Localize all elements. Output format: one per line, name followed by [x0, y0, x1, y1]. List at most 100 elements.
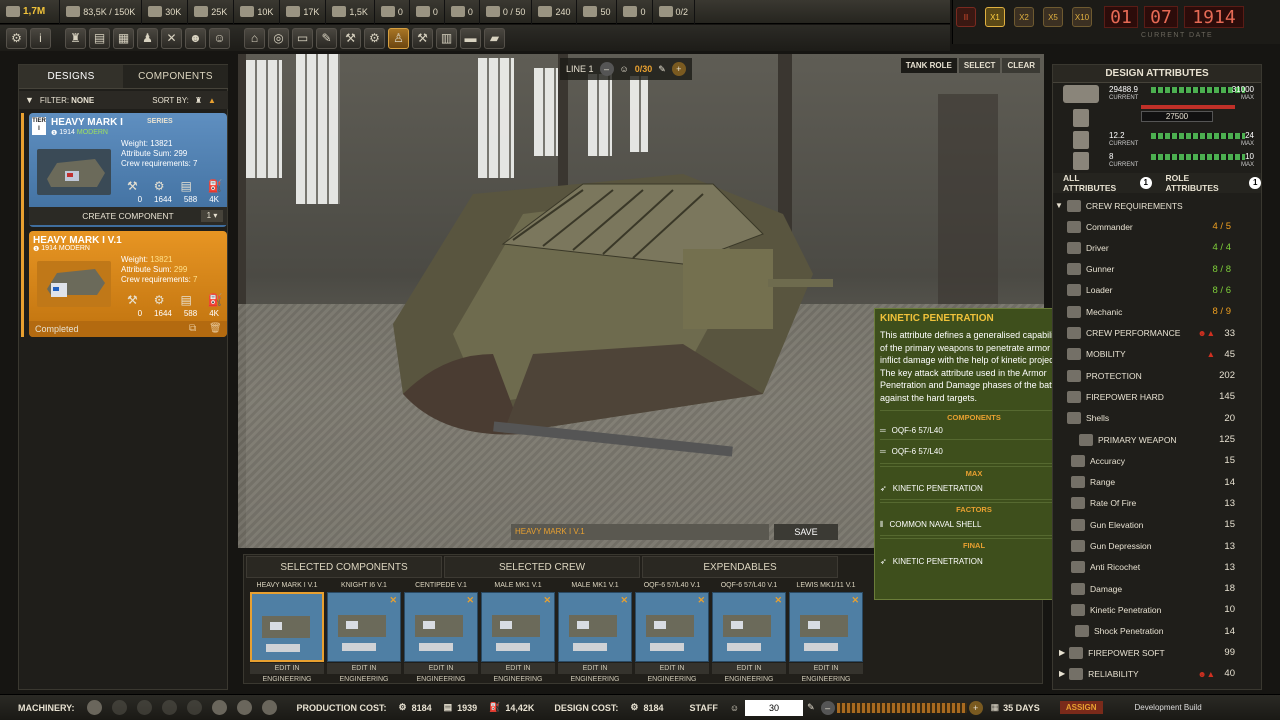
- attribute-row[interactable]: ▶ FIREPOWER SOFT 99: [1053, 642, 1261, 663]
- design-card[interactable]: TIER I HEAVY MARK I SERIES ❶ 1914 MODERN We…: [29, 113, 227, 227]
- staff-input[interactable]: 30: [745, 699, 804, 716]
- all-attributes-tab[interactable]: ALL ATTRIBUTES: [1063, 173, 1132, 193]
- attribute-row[interactable]: MOBILITY ▲ 45: [1053, 344, 1261, 365]
- attribute-row[interactable]: Gun Depression 13: [1053, 536, 1261, 557]
- select-button[interactable]: SELECT: [958, 58, 1001, 73]
- attribute-row[interactable]: CREW PERFORMANCE ☻▲ 33: [1053, 323, 1261, 344]
- machinery-icon[interactable]: [111, 700, 127, 715]
- role-attributes-tab[interactable]: ROLE ATTRIBUTES: [1166, 173, 1242, 193]
- component-image[interactable]: ✕: [404, 592, 478, 662]
- edit-in-engineering-button[interactable]: EDIT IN ENGINEERING: [481, 663, 555, 683]
- component-slot[interactable]: OQF-6 57/L40 V.1 ✕ EDIT IN ENGINEERING: [712, 580, 786, 683]
- component-image[interactable]: ✕: [327, 592, 401, 662]
- component-image[interactable]: ✕: [635, 592, 709, 662]
- attribute-row[interactable]: Shock Penetration 14: [1053, 621, 1261, 642]
- create-component-button[interactable]: CREATE COMPONENT: [29, 207, 227, 225]
- chevron-right-icon[interactable]: ▶: [1059, 648, 1065, 657]
- save-button[interactable]: SAVE: [774, 524, 838, 540]
- trophy-icon[interactable]: ♜: [65, 27, 86, 49]
- tank-model[interactable]: [383, 154, 943, 494]
- attribute-row[interactable]: Kinetic Penetration 10: [1053, 599, 1261, 620]
- edit-in-engineering-button[interactable]: EDIT IN ENGINEERING: [327, 663, 401, 683]
- info-icon[interactable]: i: [30, 27, 51, 49]
- remove-icon[interactable]: ✕: [466, 595, 474, 606]
- machinery-icon[interactable]: [161, 700, 177, 715]
- remove-icon[interactable]: ✕: [774, 595, 782, 606]
- machinery-icon[interactable]: [186, 700, 202, 715]
- clear-button[interactable]: CLEAR: [1002, 58, 1040, 73]
- newspaper-icon[interactable]: ▤: [89, 27, 110, 49]
- engineer-icon[interactable]: ☺: [209, 27, 230, 49]
- edit-in-engineering-button[interactable]: EDIT IN ENGINEERING: [635, 663, 709, 683]
- factory-icon[interactable]: ⌂: [244, 27, 265, 49]
- line-selector[interactable]: LINE 1 – ☺ 0/30 ✎ +: [560, 58, 692, 80]
- attribute-row[interactable]: ▶ RELIABILITY ☻▲ 40: [1053, 663, 1261, 684]
- crossed-swords-icon[interactable]: ✕: [161, 27, 182, 49]
- edit-in-engineering-button[interactable]: EDIT IN ENGINEERING: [558, 663, 632, 683]
- component-slot[interactable]: OQF-6 57/L40 V.1 ✕ EDIT IN ENGINEERING: [635, 580, 709, 683]
- tab-designs[interactable]: DESIGNS: [19, 65, 123, 89]
- component-image[interactable]: ✕: [712, 592, 786, 662]
- chevron-down-icon[interactable]: ▼: [1055, 201, 1063, 210]
- line-add-icon[interactable]: +: [671, 62, 686, 76]
- machinery-icon[interactable]: [236, 700, 252, 715]
- edit-icon[interactable]: ✎: [658, 64, 666, 75]
- remove-icon[interactable]: ✕: [389, 595, 397, 606]
- tools-icon[interactable]: ⚒: [340, 27, 361, 49]
- edit-in-engineering-button[interactable]: EDIT IN ENGINEERING: [404, 663, 478, 683]
- component-slot[interactable]: CENTIPEDE V.1 ✕ EDIT IN ENGINEERING: [404, 580, 478, 683]
- globe-icon[interactable]: ◎: [268, 27, 289, 49]
- speed-x5-button[interactable]: X5: [1043, 7, 1063, 27]
- chevron-down-icon[interactable]: ▼: [25, 95, 34, 105]
- speed-x2-button[interactable]: X2: [1014, 7, 1034, 27]
- component-slot[interactable]: KNIGHT I6 V.1 ✕ EDIT IN ENGINEERING: [327, 580, 401, 683]
- component-slot[interactable]: HEAVY MARK I V.1 EDIT IN ENGINEERING: [250, 580, 324, 683]
- component-image[interactable]: ✕: [789, 592, 863, 662]
- attribute-row[interactable]: Rate Of Fire 13: [1053, 493, 1261, 514]
- sort-tank-icon[interactable]: ♜: [195, 96, 202, 105]
- tab-selected-crew[interactable]: SELECTED CREW: [444, 556, 640, 578]
- component-slot[interactable]: LEWIS MK1/11 V.1 ✕ EDIT IN ENGINEERING: [789, 580, 863, 683]
- sort-warning-icon[interactable]: ▲: [208, 96, 216, 105]
- speed-x1-button[interactable]: X1: [985, 7, 1005, 27]
- attribute-row[interactable]: Accuracy 15: [1053, 450, 1261, 471]
- machinery-icon[interactable]: [86, 700, 102, 715]
- settings-gear-icon[interactable]: ⚙: [6, 27, 27, 49]
- speed-x10-button[interactable]: X10: [1072, 7, 1092, 27]
- line-prev-icon[interactable]: –: [599, 62, 614, 76]
- decrease-icon[interactable]: –: [820, 700, 835, 715]
- attribute-row[interactable]: Damage 18: [1053, 578, 1261, 599]
- quantity-select[interactable]: 1 ▾: [201, 210, 223, 222]
- tank-icon[interactable]: ▬: [460, 27, 481, 49]
- pen-icon[interactable]: ✎: [316, 27, 337, 49]
- copy-icon[interactable]: ⧉: [189, 323, 196, 334]
- wrench-icon[interactable]: ⚙: [364, 27, 385, 49]
- edit-in-engineering-button[interactable]: EDIT IN ENGINEERING: [712, 663, 786, 683]
- attribute-row[interactable]: FIREPOWER HARD 145: [1053, 386, 1261, 407]
- attribute-row[interactable]: PROTECTION 202: [1053, 365, 1261, 386]
- remove-icon[interactable]: ✕: [851, 595, 859, 606]
- truck-icon[interactable]: ▰: [484, 27, 505, 49]
- machinery-icon[interactable]: [261, 700, 277, 715]
- design-card-selected[interactable]: HEAVY MARK I V.1 ❶ 1914 MODERN Weight: 138…: [29, 231, 227, 337]
- hammer-icon[interactable]: ⚒: [412, 27, 433, 49]
- component-slot[interactable]: MALE MK1 V.1 ✕ EDIT IN ENGINEERING: [481, 580, 555, 683]
- tab-components[interactable]: COMPONENTS: [123, 65, 228, 89]
- component-slot[interactable]: MALE MK1 V.1 ✕ EDIT IN ENGINEERING: [558, 580, 632, 683]
- component-image[interactable]: ✕: [558, 592, 632, 662]
- remove-icon[interactable]: ✕: [543, 595, 551, 606]
- officer-icon[interactable]: ☻: [185, 27, 206, 49]
- edit-in-engineering-button[interactable]: EDIT IN ENGINEERING: [250, 663, 324, 683]
- production-icon[interactable]: ▥: [436, 27, 457, 49]
- attribute-row[interactable]: Range 14: [1053, 472, 1261, 493]
- attribute-row[interactable]: PRIMARY WEAPON 125: [1053, 429, 1261, 450]
- assign-button[interactable]: ASSIGN: [1059, 701, 1103, 714]
- component-image[interactable]: [250, 592, 324, 662]
- pause-button[interactable]: II: [956, 7, 976, 27]
- attribute-row[interactable]: Shells 20: [1053, 408, 1261, 429]
- attribute-row[interactable]: Gun Elevation 15: [1053, 514, 1261, 535]
- edit-in-engineering-button[interactable]: EDIT IN ENGINEERING: [789, 663, 863, 683]
- machinery-icon[interactable]: [211, 700, 227, 715]
- machinery-icon[interactable]: [136, 700, 152, 715]
- attribute-row[interactable]: Anti Ricochet 13: [1053, 557, 1261, 578]
